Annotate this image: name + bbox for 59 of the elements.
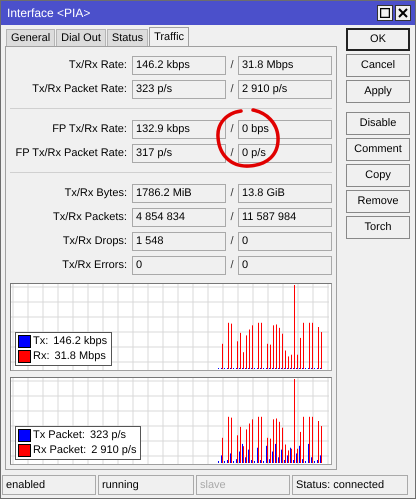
status-field: slave bbox=[196, 475, 290, 495]
slash-separator: / bbox=[229, 58, 235, 73]
field-label: FP Tx/Rx Rate: bbox=[51, 122, 128, 137]
slash-separator: / bbox=[229, 146, 235, 161]
value-field: 11 587 984 bbox=[238, 208, 332, 226]
field-label: FP Tx/Rx Packet Rate: bbox=[14, 146, 128, 161]
value-field: 13.8 GiB bbox=[238, 184, 332, 202]
value-field: 0 bps bbox=[238, 120, 332, 138]
status-field: enabled bbox=[2, 475, 96, 495]
value-field: 1 548 bbox=[132, 232, 226, 250]
value-field: 0 bbox=[238, 232, 332, 250]
legend-value: 323 p/s bbox=[90, 428, 126, 444]
window-title: Interface <PIA> bbox=[7, 5, 92, 22]
tab[interactable]: Dial Out bbox=[56, 29, 106, 46]
dialog-button[interactable]: OK bbox=[346, 28, 410, 51]
maximize-button[interactable] bbox=[377, 5, 393, 21]
slash-separator: / bbox=[229, 186, 235, 201]
legend-label: Rx: bbox=[33, 349, 50, 364]
value-field: 0 bbox=[132, 256, 226, 274]
legend-value: 146.2 kbps bbox=[53, 334, 108, 350]
dialog-button[interactable]: Cancel bbox=[346, 54, 410, 77]
dialog-button[interactable]: Disable bbox=[346, 112, 410, 135]
field-label: Tx/Rx Packets: bbox=[52, 210, 128, 225]
value-field: 1786.2 MiB bbox=[132, 184, 226, 202]
slash-separator: / bbox=[229, 234, 235, 249]
legend-value: 2 910 p/s bbox=[91, 443, 136, 458]
legend-label: Tx Packet: bbox=[33, 428, 85, 444]
value-field: 31.8 Mbps bbox=[238, 56, 332, 74]
field-label: Tx/Rx Packet Rate: bbox=[31, 82, 128, 97]
value-field: 4 854 834 bbox=[132, 208, 226, 226]
value-field: 0 p/s bbox=[238, 144, 332, 162]
status-field: Status: connected bbox=[292, 475, 408, 495]
tab[interactable]: Traffic bbox=[149, 27, 190, 47]
field-label: Tx/Rx Rate: bbox=[68, 58, 128, 73]
value-field: 317 p/s bbox=[132, 144, 226, 162]
field-label: Tx/Rx Bytes: bbox=[64, 186, 128, 201]
field-label: Tx/Rx Drops: bbox=[62, 234, 128, 249]
dialog-button[interactable]: Copy bbox=[346, 164, 410, 187]
legend-label: Rx Packet: bbox=[33, 443, 86, 458]
value-field: 146.2 kbps bbox=[132, 56, 226, 74]
dialog-button[interactable]: Torch bbox=[346, 216, 410, 239]
legend-value: 31.8 Mbps bbox=[54, 349, 106, 364]
tab[interactable]: General bbox=[6, 29, 56, 46]
dialog-button[interactable]: Comment bbox=[346, 138, 410, 161]
value-field: 132.9 kbps bbox=[132, 120, 226, 138]
slash-separator: / bbox=[229, 210, 235, 225]
value-field: 323 p/s bbox=[132, 80, 226, 98]
dialog-button[interactable]: Apply bbox=[346, 80, 410, 103]
slash-separator: / bbox=[229, 82, 235, 97]
legend-label: Tx: bbox=[33, 334, 48, 350]
field-label: Tx/Rx Errors: bbox=[61, 258, 128, 273]
slash-separator: / bbox=[229, 122, 235, 137]
value-field: 0 bbox=[238, 256, 332, 274]
status-field: running bbox=[98, 475, 194, 495]
close-button[interactable] bbox=[395, 5, 411, 21]
value-field: 2 910 p/s bbox=[238, 80, 332, 98]
tab[interactable]: Status bbox=[106, 29, 148, 46]
dialog-button[interactable]: Remove bbox=[346, 190, 410, 213]
slash-separator: / bbox=[229, 258, 235, 273]
